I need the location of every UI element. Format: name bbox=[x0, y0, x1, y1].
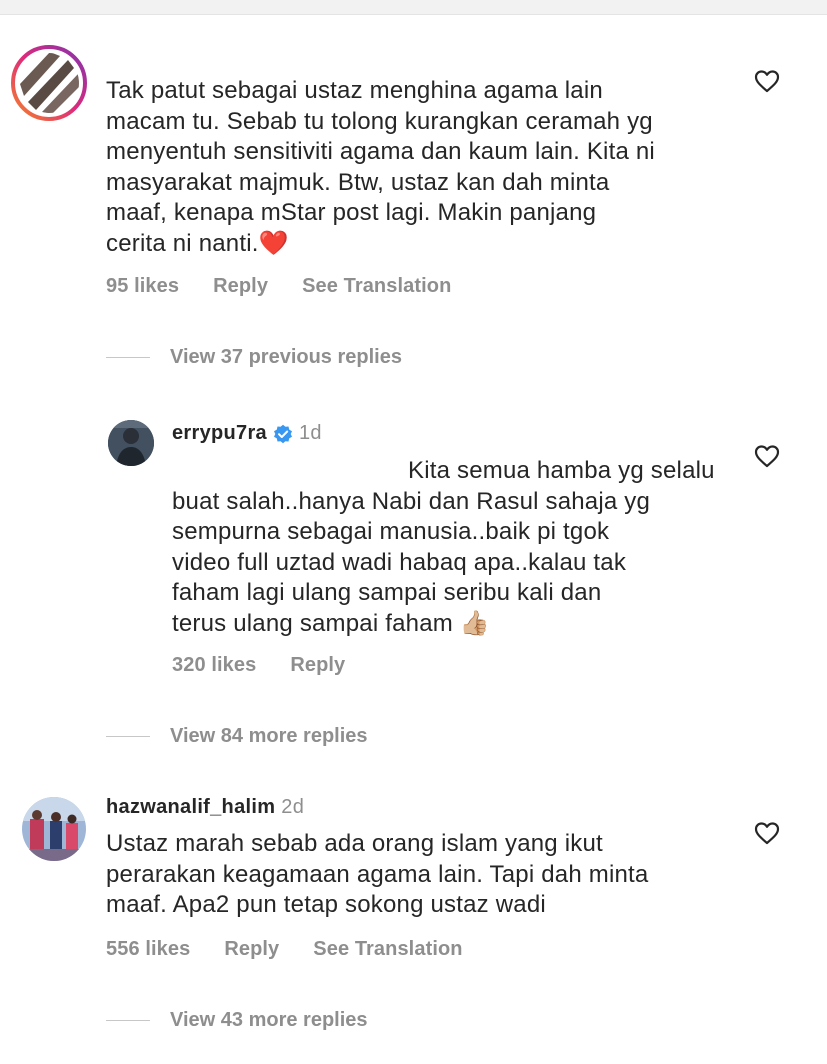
avatar-image bbox=[22, 797, 86, 861]
view-replies-label: View 37 previous replies bbox=[170, 346, 402, 368]
comment-timestamp: 1d bbox=[298, 422, 322, 444]
comment-timestamp: 2d bbox=[281, 796, 305, 818]
comment-header: hazwanalif_halim 2d bbox=[106, 796, 304, 819]
reply-button[interactable]: Reply bbox=[290, 654, 345, 676]
comment-line: menyentuh sensitiviti agama dan kaum lai… bbox=[106, 138, 655, 165]
avatar[interactable] bbox=[22, 797, 86, 861]
top-divider bbox=[0, 0, 827, 15]
view-replies-label: View 84 more replies bbox=[170, 725, 368, 747]
comment-line: faham lagi ulang sampai seribu kali dan bbox=[172, 579, 602, 606]
avatar[interactable] bbox=[108, 420, 154, 466]
username-link[interactable]: hazwanalif_halim bbox=[106, 796, 275, 819]
comment-actions: 320 likes Reply bbox=[172, 654, 379, 677]
verified-badge-icon bbox=[273, 424, 293, 444]
see-translation-button[interactable]: See Translation bbox=[313, 938, 462, 960]
comment-line: terus ulang sampai faham 👍🏼 bbox=[172, 609, 752, 640]
red-heart-emoji: ❤️ bbox=[258, 229, 289, 257]
comment-line: video full uztad wadi habaq apa..kalau t… bbox=[172, 548, 627, 576]
comment-actions: 95 likes Reply See Translation bbox=[106, 275, 485, 298]
comment-line: Kita semua hamba yg selalu bbox=[172, 456, 752, 487]
comment-line: Ustaz marah sebab ada orang islam yang i… bbox=[106, 830, 603, 857]
replies-divider-line bbox=[106, 735, 150, 738]
like-count[interactable]: 556 likes bbox=[106, 938, 190, 960]
comment-actions: 556 likes Reply See Translation bbox=[106, 938, 497, 961]
thumbs-up-emoji: 👍🏼 bbox=[459, 609, 490, 637]
like-count[interactable]: 95 likes bbox=[106, 275, 179, 297]
comment-line: maaf, kenapa mStar post lagi. Makin panj… bbox=[106, 199, 597, 226]
comment-line-text: terus ulang sampai faham bbox=[172, 609, 453, 637]
comment-body: Ustaz marah sebab ada orang islam yang i… bbox=[106, 829, 746, 921]
heart-outline-icon[interactable] bbox=[754, 69, 780, 93]
comment-line: perarakan keagamaan agama lain. Tapi dah… bbox=[106, 860, 649, 888]
view-replies-toggle[interactable]: View 43 more replies bbox=[106, 1009, 368, 1032]
replies-divider-line bbox=[106, 1019, 150, 1022]
avatar-image bbox=[11, 45, 87, 121]
avatar-story-ring[interactable] bbox=[10, 44, 88, 122]
comment-line: maaf. Apa2 pun tetap sokong ustaz wadi bbox=[106, 891, 546, 918]
comment-line: sempurna sebagai manusia..baik pi tgok bbox=[172, 518, 610, 545]
comment-line-text: Kita semua hamba yg selalu bbox=[408, 457, 715, 484]
comment-header: errypu7ra 1d bbox=[172, 422, 322, 445]
replies-divider-line bbox=[106, 356, 150, 359]
view-replies-toggle[interactable]: View 37 previous replies bbox=[106, 346, 402, 369]
comment-body: Tak patut sebagai ustaz menghina agama l… bbox=[106, 76, 746, 259]
comment-line: buat salah..hanya Nabi dan Rasul sahaja … bbox=[172, 487, 651, 515]
see-translation-button[interactable]: See Translation bbox=[302, 275, 451, 297]
comment-line: Tak patut sebagai ustaz menghina agama l… bbox=[106, 77, 603, 104]
heart-outline-icon[interactable] bbox=[754, 444, 780, 468]
heart-outline-icon[interactable] bbox=[754, 821, 780, 845]
comment-line: masyarakat majmuk. Btw, ustaz kan dah mi… bbox=[106, 168, 610, 196]
comment-line-text: cerita ni nanti. bbox=[106, 229, 259, 257]
avatar-image bbox=[108, 420, 154, 466]
view-replies-label: View 43 more replies bbox=[170, 1009, 368, 1031]
username-link[interactable]: errypu7ra bbox=[172, 422, 267, 445]
like-count[interactable]: 320 likes bbox=[172, 654, 256, 676]
comments-screen: Tak patut sebagai ustaz menghina agama l… bbox=[0, 0, 827, 1064]
comment-line: macam tu. Sebab tu tolong kurangkan cera… bbox=[106, 107, 653, 135]
reply-button[interactable]: Reply bbox=[213, 275, 268, 297]
view-replies-toggle[interactable]: View 84 more replies bbox=[106, 725, 368, 748]
comment-line: cerita ni nanti.❤️ bbox=[106, 229, 746, 260]
reply-button[interactable]: Reply bbox=[224, 938, 279, 960]
comment-body: Kita semua hamba yg selalu buat salah..h… bbox=[172, 456, 752, 639]
